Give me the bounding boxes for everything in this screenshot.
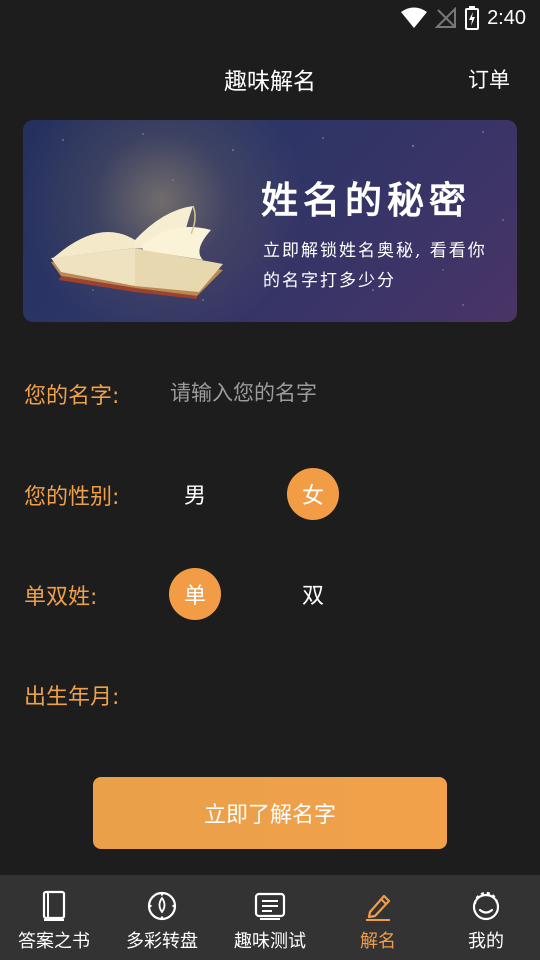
page-title: 趣味解名 — [224, 69, 316, 95]
status-bar: 2:40 — [0, 0, 540, 36]
bottom-tab-bar: 答案之书 多彩转盘 趣味测试 解名 我的 — [0, 875, 540, 960]
compass-icon — [145, 889, 179, 923]
status-time: 2:40 — [487, 6, 526, 29]
book-icon — [37, 889, 71, 923]
birth-picker[interactable] — [170, 676, 470, 712]
birth-label: 出生年月: — [24, 685, 120, 710]
gender-option-male[interactable]: 男 — [169, 468, 221, 520]
wifi-icon — [401, 7, 428, 28]
battery-icon — [465, 6, 480, 30]
gender-row: 您的性别: 男 女 — [0, 464, 540, 524]
tab-name-analysis[interactable]: 解名 — [324, 875, 432, 960]
tab-mine[interactable]: 我的 — [432, 875, 540, 960]
tab-label: 趣味测试 — [234, 931, 306, 952]
tab-answer-book[interactable]: 答案之书 — [0, 875, 108, 960]
name-row: 您的名字: — [0, 363, 540, 423]
tab-label: 答案之书 — [18, 931, 90, 952]
birth-row: 出生年月: — [0, 664, 540, 724]
open-book-illustration — [51, 205, 223, 299]
banner[interactable]: 姓名的秘密 立即解锁姓名奥秘, 看看你的名字打多少分 — [23, 120, 517, 322]
tab-color-wheel[interactable]: 多彩转盘 — [108, 875, 216, 960]
profile-icon — [469, 889, 503, 923]
tab-label: 解名 — [360, 931, 396, 952]
surname-type-row: 单双姓: 单 双 — [0, 564, 540, 624]
name-input[interactable] — [170, 373, 500, 413]
gender-option-female[interactable]: 女 — [287, 468, 339, 520]
no-signal-icon — [435, 7, 457, 28]
submit-button[interactable]: 立即了解名字 — [93, 777, 447, 849]
status-icons: 2:40 — [401, 4, 526, 32]
surname-type-label: 单双姓: — [24, 585, 98, 610]
quiz-icon — [253, 889, 287, 923]
tab-label: 我的 — [468, 931, 504, 952]
surname-option-double[interactable]: 双 — [287, 568, 339, 620]
orders-link[interactable]: 订单 — [468, 64, 510, 94]
tab-label: 多彩转盘 — [126, 931, 198, 952]
pencil-icon — [361, 889, 395, 923]
gender-label: 您的性别: — [24, 485, 120, 510]
surname-option-single[interactable]: 单 — [169, 568, 221, 620]
banner-title: 姓名的秘密 — [261, 178, 471, 222]
tab-fun-test[interactable]: 趣味测试 — [216, 875, 324, 960]
banner-subtitle: 立即解锁姓名奥秘, 看看你的名字打多少分 — [263, 241, 487, 291]
name-label: 您的名字: — [24, 384, 120, 409]
header: 趣味解名 订单 — [0, 50, 540, 106]
